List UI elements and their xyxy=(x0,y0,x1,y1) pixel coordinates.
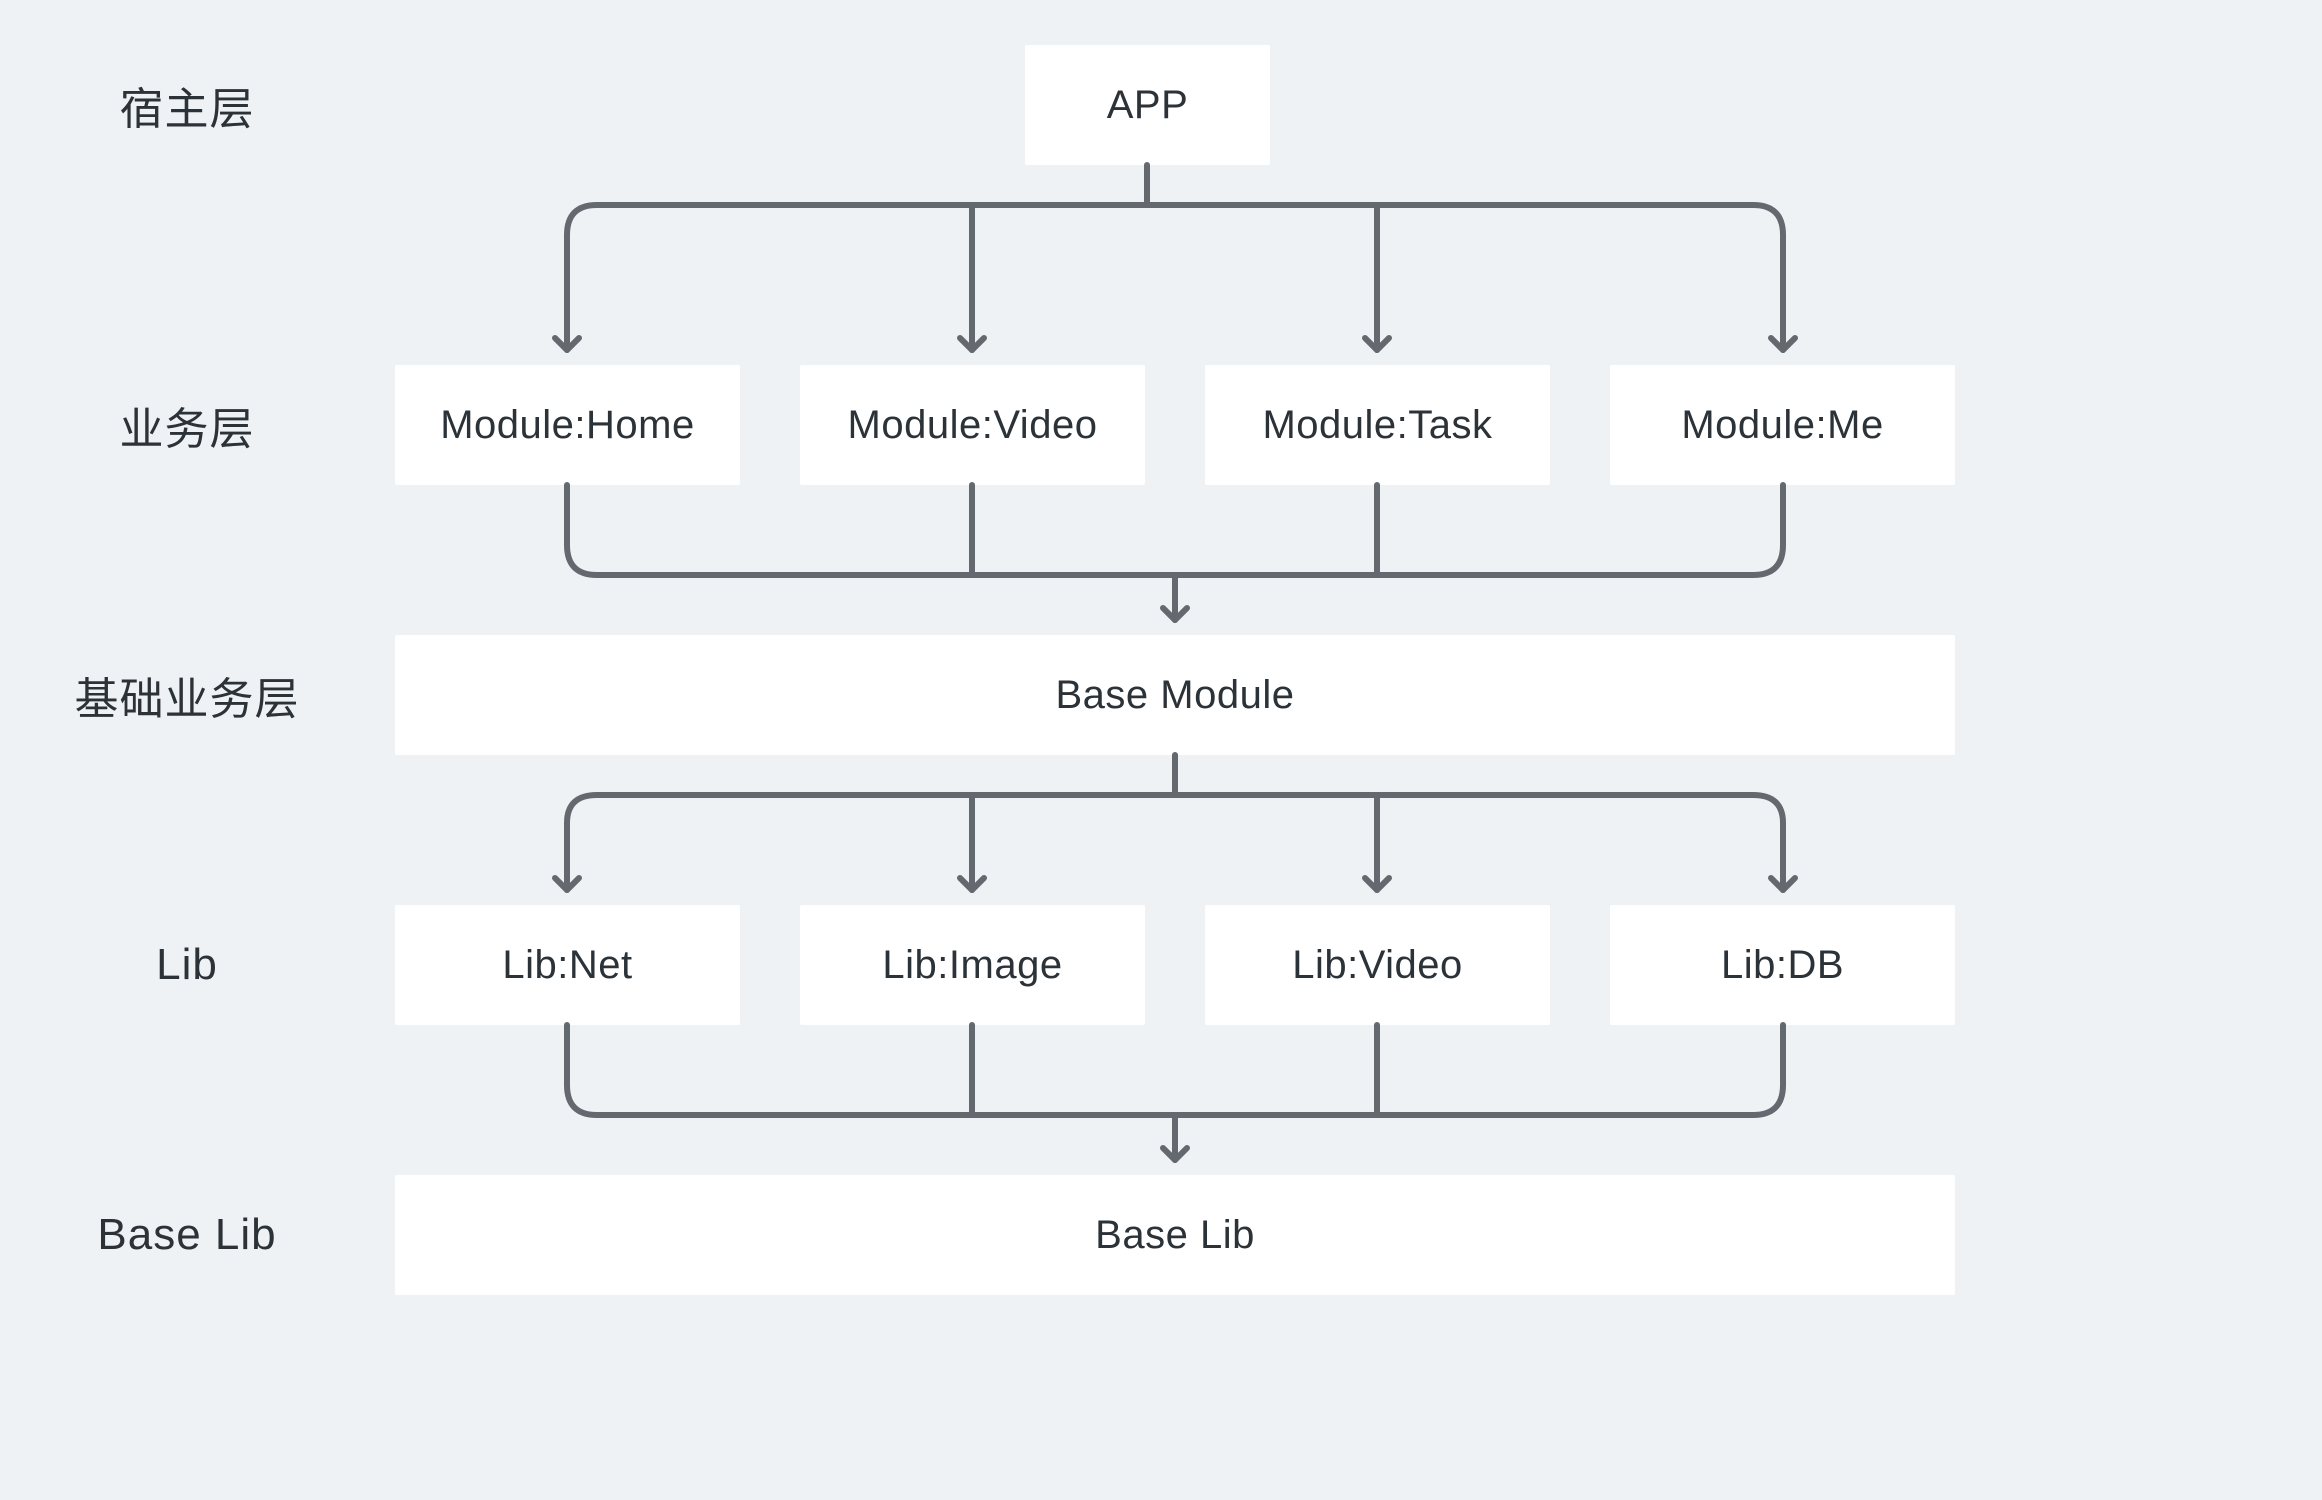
architecture-diagram: 宿主层 业务层 基础业务层 Lib Base Lib APP Module:Ho… xyxy=(0,0,2322,1500)
box-module-task: Module:Task xyxy=(1205,365,1550,485)
layer-label-base-business: 基础业务层 xyxy=(75,663,300,727)
layer-label-business: 业务层 xyxy=(120,393,255,457)
box-module-me: Module:Me xyxy=(1610,365,1955,485)
box-module-home: Module:Home xyxy=(395,365,740,485)
layer-label-base-lib: Base Lib xyxy=(97,1210,276,1260)
box-lib-db: Lib:DB xyxy=(1610,905,1955,1025)
box-lib-net: Lib:Net xyxy=(395,905,740,1025)
layer-label-host: 宿主层 xyxy=(120,73,255,137)
box-app: APP xyxy=(1025,45,1270,165)
box-module-video: Module:Video xyxy=(800,365,1145,485)
box-lib-image: Lib:Image xyxy=(800,905,1145,1025)
box-base-lib: Base Lib xyxy=(395,1175,1955,1295)
box-base-module: Base Module xyxy=(395,635,1955,755)
box-lib-video: Lib:Video xyxy=(1205,905,1550,1025)
layer-label-lib: Lib xyxy=(156,940,218,990)
